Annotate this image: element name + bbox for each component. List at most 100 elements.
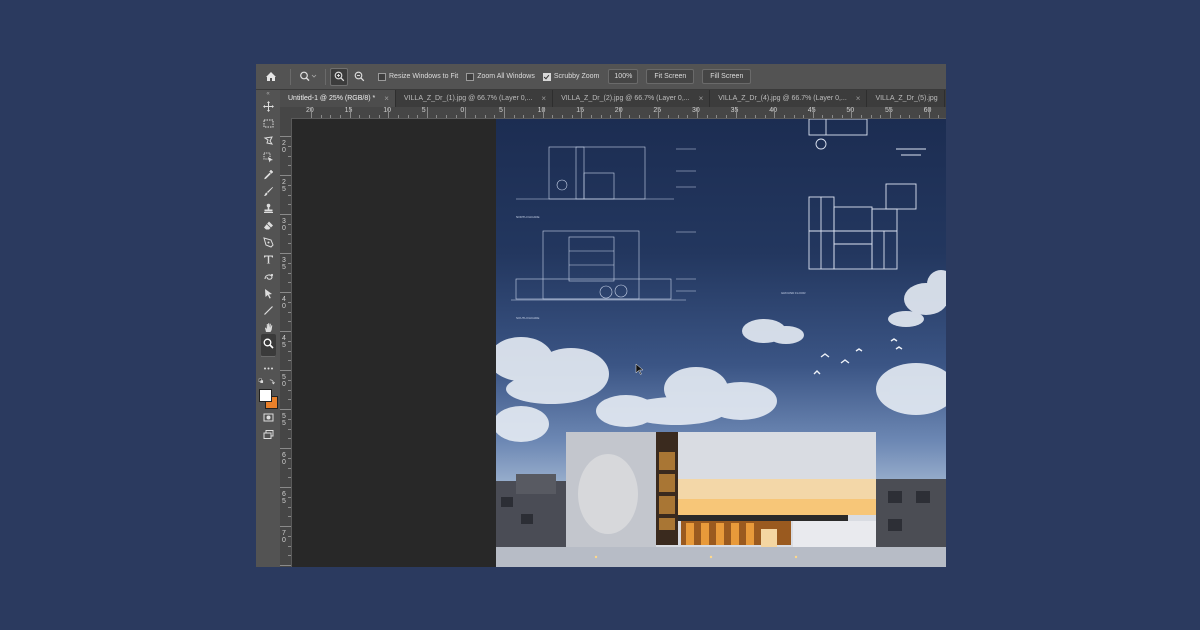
ruler-tick [523,115,525,118]
ruler-tick [288,418,291,420]
checkbox-box [378,72,386,81]
close-icon[interactable]: × [541,94,546,103]
ruler-tick [288,340,291,342]
move-tool[interactable] [256,98,280,115]
foreground-color-swatch[interactable] [259,389,272,402]
scrubby-zoom-checkbox[interactable]: Scrubby Zoom [542,72,600,81]
ruler-tick [280,487,291,488]
ruler-tick [288,467,291,469]
tab-untitled-1[interactable]: Untitled-1 @ 25% (RGB/8) * × [280,90,396,107]
close-icon[interactable]: × [699,94,704,103]
tab-villa-2[interactable]: VILLA_Z_Dr_(2).jpg @ 66.7% (Layer 0,... … [553,90,711,107]
ruler-label: 4 5 [282,335,286,349]
ruler-label: 15 [576,107,584,114]
horizontal-ruler[interactable]: 20 15 10 5 0 5 10 15 20 25 30 35 40 45 50 55 60 [280,107,946,119]
ruler-tick [288,389,291,391]
close-icon[interactable]: × [384,94,389,103]
eraser-tool[interactable] [256,217,280,234]
marquee-tool[interactable] [256,115,280,132]
close-icon[interactable]: × [856,94,861,103]
collapse-toolbar-icon[interactable]: « [256,90,280,98]
ruler-label: 7 0 [282,530,286,544]
home-button[interactable] [256,64,286,89]
swap-colors-icon[interactable] [258,378,278,387]
zoom-icon [263,338,274,349]
quick-mask-button[interactable] [256,409,280,426]
ruler-tick [288,535,291,537]
ruler-tick [706,115,708,118]
fill-screen-button[interactable]: Fill Screen [702,69,752,84]
quick-mask-icon [263,413,273,422]
ruler-tick [436,115,438,118]
path-selection-tool[interactable] [256,268,280,285]
scrubby-zoom-label: Scrubby Zoom [553,73,600,80]
birds [813,338,903,375]
ruler-tick [918,115,920,118]
ruler-label: 20 [306,107,314,114]
object-select-tool[interactable] [256,149,280,166]
zoom-all-windows-label: Zoom All Windows [477,73,535,80]
tab-villa-4[interactable]: VILLA_Z_Dr_(4).jpg @ 66.7% (Layer 0,... … [710,90,868,107]
zoom-tool[interactable] [256,333,280,356]
clone-stamp-tool[interactable] [256,200,280,217]
tool-preset-picker[interactable] [295,64,321,89]
ruler-label: 3 5 [282,257,286,271]
ruler-tick [793,115,795,118]
ruler-tick [288,496,291,498]
zoom-in-icon [334,71,344,82]
ruler-tick [812,107,814,118]
ruler-tick [280,292,291,293]
drawing-caption: SOUTH FACADE [516,316,539,320]
ruler-tick [288,545,291,547]
zoom-percent-field[interactable]: 100% [608,69,639,84]
type-tool[interactable] [256,251,280,268]
ruler-tick [446,115,448,118]
ruler-tick [288,399,291,401]
edit-toolbar-button[interactable] [256,360,280,377]
ruler-label: 4 0 [282,296,286,310]
ruler-label: 5 [421,107,426,114]
eraser-icon [263,221,273,230]
ruler-tick [378,115,380,118]
ruler-tick [725,115,727,118]
ruler-tick [368,115,370,118]
ruler-tick [288,301,291,303]
ruler-tick [639,115,641,118]
ruler-tick [581,107,583,118]
divider [261,356,275,357]
line-tool[interactable] [256,302,280,319]
zoom-in-button[interactable] [330,67,348,86]
zoom-all-windows-checkbox[interactable]: Zoom All Windows [466,72,535,81]
ruler-tick [288,282,291,284]
ruler-tick [288,194,291,196]
ruler-tick [870,115,872,118]
direct-selection-tool[interactable] [256,285,280,302]
ruler-tick [288,311,291,313]
ruler-tick [561,115,563,118]
canvas-area[interactable]: NORTH FACADE SOUTH FACADE GROUND FLOOR [292,119,946,567]
ruler-tick [600,115,602,118]
fit-screen-button[interactable]: Fit Screen [646,69,695,84]
zoom-out-icon [354,71,364,82]
resize-windows-checkbox[interactable]: Resize Windows to Fit [378,72,458,81]
ruler-tick [513,115,515,118]
options-bar: Resize Windows to Fit Zoom All Windows S… [256,64,946,90]
tab-villa-5[interactable]: VILLA_Z_Dr_(5).jpg [867,90,945,107]
ruler-tick [280,136,291,137]
eyedropper-tool[interactable] [256,166,280,183]
pen-tool[interactable] [256,234,280,251]
tab-villa-1[interactable]: VILLA_Z_Dr_(1).jpg @ 66.7% (Layer 0,... … [396,90,554,107]
vertical-ruler[interactable]: 2 02 53 03 54 04 55 05 56 06 57 07 [280,118,292,567]
ruler-tick [311,107,312,118]
zoom-out-button[interactable] [351,69,367,85]
brush-tool[interactable] [256,183,280,200]
document-canvas[interactable]: NORTH FACADE SOUTH FACADE GROUND FLOOR [496,119,946,567]
ruler-tick [822,115,824,118]
ruler-tick [320,115,322,118]
ruler-tick [716,115,718,118]
screen-mode-button[interactable] [256,426,280,443]
more-tools-icon [263,367,273,370]
ruler-tick [288,262,291,264]
lasso-tool[interactable] [256,132,280,149]
ruler-tick [899,115,901,118]
